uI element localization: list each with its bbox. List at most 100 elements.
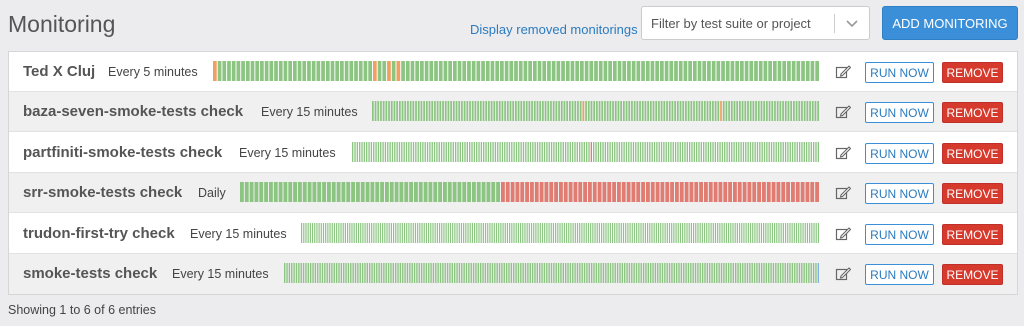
status-segment-ok — [569, 142, 571, 162]
status-segment-ok — [369, 263, 371, 283]
status-segment-ok — [701, 223, 703, 243]
run-now-button[interactable]: RUN NOW — [865, 102, 934, 123]
status-segment-ok — [314, 263, 317, 283]
status-segment-ok — [586, 142, 588, 162]
remove-button[interactable]: REMOVE — [942, 102, 1003, 123]
edit-icon[interactable] — [835, 266, 851, 282]
status-segment-ok — [397, 263, 399, 283]
edit-icon[interactable] — [835, 145, 851, 161]
status-segment-ok — [541, 142, 543, 162]
status-segment-ok — [401, 61, 405, 81]
status-segment-ok — [768, 61, 772, 81]
status-segment-ok — [569, 263, 572, 283]
status-segment-ok — [590, 223, 592, 243]
chevron-down-icon[interactable] — [842, 13, 862, 33]
run-now-button[interactable]: RUN NOW — [865, 264, 934, 285]
status-segment-ok — [404, 101, 407, 121]
status-segment-ok — [574, 223, 576, 243]
add-monitoring-button[interactable]: ADD MONITORING — [882, 6, 1018, 40]
run-now-button[interactable]: RUN NOW — [865, 224, 934, 245]
status-segment-ok — [800, 223, 802, 243]
status-segment-ok — [561, 61, 565, 81]
status-segment-ok — [633, 223, 636, 243]
status-segment-ok — [439, 101, 442, 121]
remove-button[interactable]: REMOVE — [942, 62, 1003, 83]
status-segment-ok — [723, 263, 725, 283]
status-segment-ok — [352, 263, 354, 283]
run-now-button[interactable]: RUN NOW — [865, 143, 934, 164]
status-segment-ok — [469, 223, 471, 243]
status-segment-failed — [549, 182, 554, 202]
status-segment-ok — [502, 223, 504, 243]
status-segment-ok — [697, 263, 699, 283]
status-segment-ok — [377, 61, 382, 81]
status-segment-ok — [443, 182, 447, 202]
status-segment-ok — [692, 223, 695, 243]
status-segment-ok — [683, 61, 688, 81]
status-segment-running — [817, 263, 819, 283]
status-segment-ok — [452, 142, 454, 162]
run-now-button[interactable]: RUN NOW — [865, 62, 934, 83]
status-segment-ok — [542, 61, 547, 81]
display-removed-monitorings-link[interactable]: Display removed monitorings — [470, 22, 638, 37]
status-segment-ok — [346, 223, 349, 243]
status-segment-ok — [604, 101, 606, 121]
status-segment-failed — [708, 182, 713, 202]
edit-icon[interactable] — [835, 64, 851, 80]
status-segment-ok — [679, 223, 682, 243]
status-segment-ok — [779, 101, 782, 121]
status-segment-ok — [736, 223, 738, 243]
status-segment-ok — [775, 142, 777, 162]
status-segment-ok — [654, 263, 657, 283]
status-segment-ok — [541, 223, 544, 243]
monitoring-frequency: Every 5 minutes — [108, 65, 198, 79]
status-segment-ok — [730, 101, 733, 121]
status-segment-ok — [798, 263, 801, 283]
remove-button[interactable]: REMOVE — [942, 264, 1003, 285]
status-segment-ok — [488, 101, 490, 121]
status-segment-ok — [463, 101, 466, 121]
remove-button[interactable]: REMOVE — [942, 224, 1003, 245]
status-segment-ok — [583, 223, 585, 243]
status-segment-ok — [803, 263, 805, 283]
status-segment-ok — [444, 101, 447, 121]
status-segment-ok — [373, 142, 375, 162]
status-segment-ok — [434, 101, 436, 121]
status-segment-ok — [616, 223, 618, 243]
remove-button[interactable]: REMOVE — [942, 183, 1003, 204]
edit-icon[interactable] — [835, 185, 851, 201]
status-segment-ok — [622, 223, 625, 243]
status-segment-ok — [327, 223, 329, 243]
status-segment-ok — [794, 263, 796, 283]
status-segment-ok — [697, 61, 702, 81]
status-segment-ok — [470, 263, 472, 283]
status-segment-failed — [752, 182, 757, 202]
status-segment-failed — [650, 182, 655, 202]
filter-input[interactable] — [642, 7, 834, 39]
status-segment-ok — [431, 101, 434, 121]
status-segment-failed — [689, 182, 694, 202]
status-segment-ok — [673, 223, 675, 243]
status-segment-ok — [801, 101, 803, 121]
remove-button[interactable]: REMOVE — [942, 143, 1003, 164]
status-segment-ok — [504, 142, 506, 162]
status-segment-ok — [603, 223, 605, 243]
status-segment-ok — [546, 263, 548, 283]
edit-icon[interactable] — [835, 104, 851, 120]
status-segment-ok — [562, 263, 564, 283]
status-segment-ok — [437, 263, 439, 283]
status-segment-ok — [506, 142, 508, 162]
status-segment-failed — [636, 182, 641, 202]
status-segment-ok — [548, 263, 550, 283]
status-segment-ok — [564, 142, 567, 162]
edit-icon[interactable] — [835, 226, 851, 242]
status-segment-ok — [580, 61, 584, 81]
status-segment-ok — [373, 263, 376, 283]
status-segment-ok — [534, 263, 536, 283]
status-segment-ok — [617, 101, 620, 121]
status-segment-ok — [496, 182, 500, 202]
run-now-button[interactable]: RUN NOW — [865, 183, 934, 204]
filter-select[interactable] — [641, 6, 870, 40]
status-segment-failed — [573, 182, 578, 202]
status-segment-ok — [382, 101, 385, 121]
